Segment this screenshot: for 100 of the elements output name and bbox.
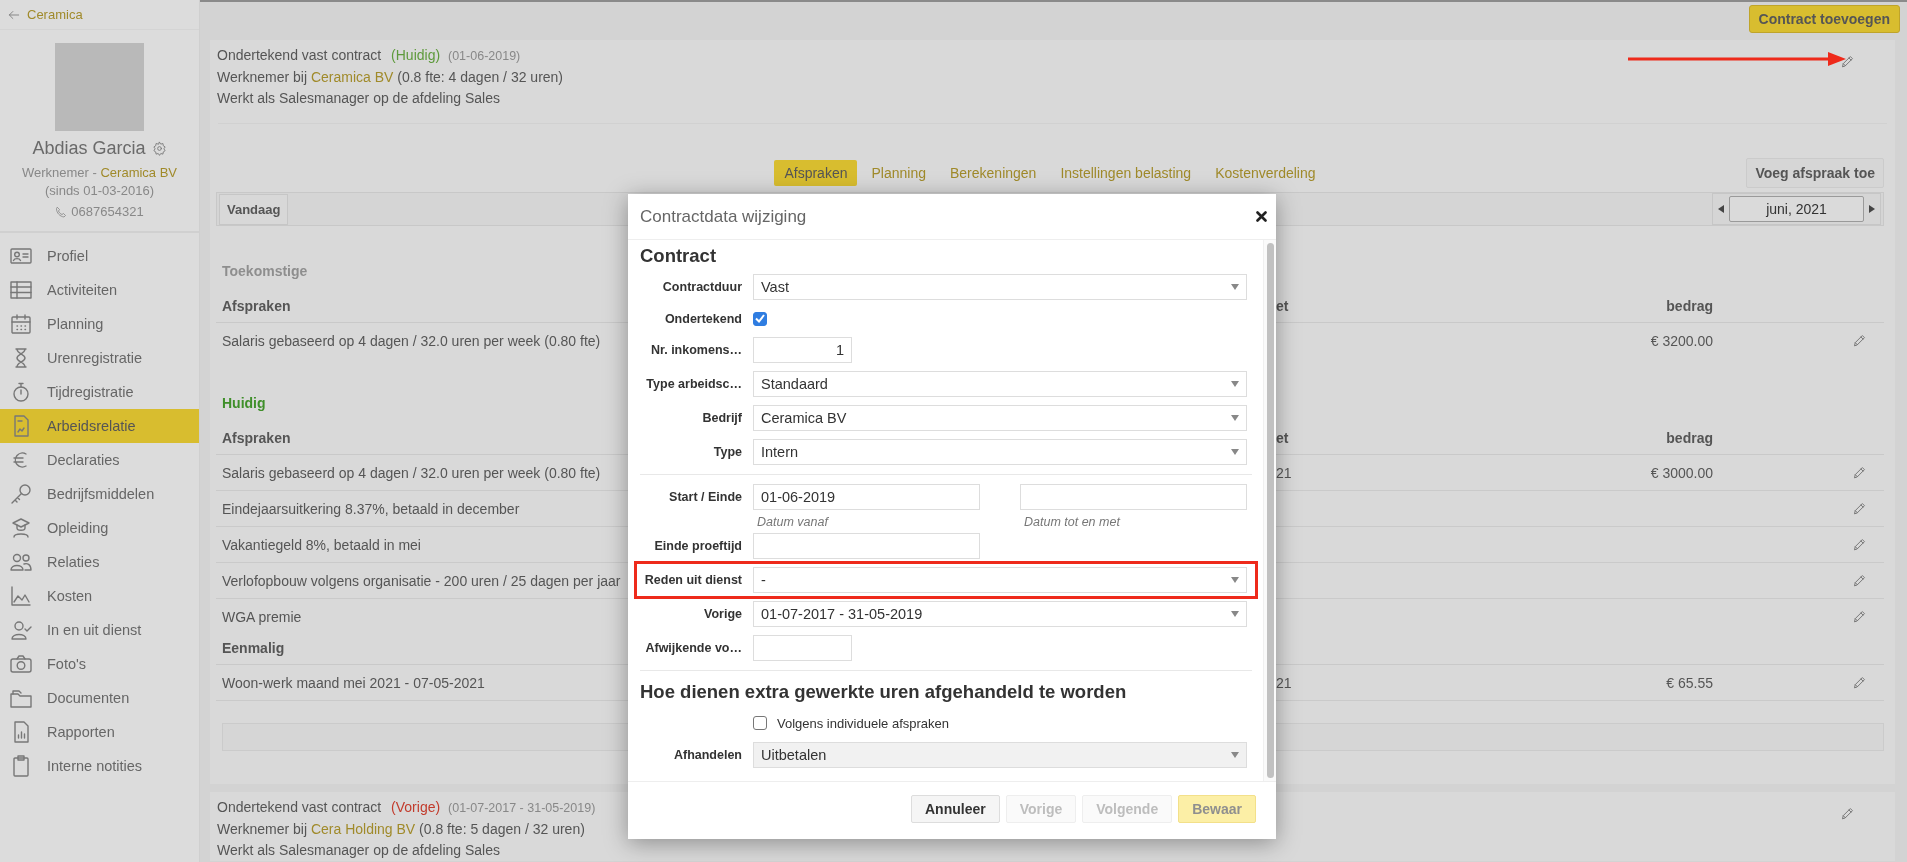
dialog-title: Contractdata wijziging [640, 206, 807, 227]
company-link[interactable]: Ceramica BV [100, 165, 178, 180]
sidebar-item[interactable]: Documenten [0, 681, 199, 715]
caret-icon [1231, 381, 1239, 387]
field-label: Type arbeidsc… [645, 377, 742, 391]
edit-button[interactable] [1851, 500, 1868, 517]
field-label: Start / Einde [668, 489, 742, 504]
field-label: Type [712, 445, 742, 459]
checkbox-label: Volgens individuele afspraken [777, 715, 949, 731]
tab[interactable]: Kostenverdeling [1205, 160, 1326, 186]
phone-icon [55, 205, 68, 218]
calendar-icon [9, 312, 33, 336]
table-cell: € 65.55 [1666, 674, 1713, 691]
table-cell: Salaris gebaseerd op 4 dagen / 32.0 uren per week (0.80 fte) [222, 332, 601, 349]
dropdown-field[interactable]: Ceramica BV [753, 405, 1247, 431]
checkbox[interactable] [753, 311, 767, 326]
edit-button[interactable] [1851, 674, 1868, 691]
column-header: bedrag [1666, 430, 1713, 446]
field-label: Bedrijf [701, 411, 742, 425]
job-description: Werkt als Salesmanager op de afdeling Sales [217, 841, 501, 860]
add-agreement-button[interactable]: Voeg afspraak toe [1746, 158, 1884, 188]
contract-date: (01-07-2017 - 31-05-2019) [448, 801, 596, 815]
employee-role: Werknemer - Ceramica BV [21, 165, 178, 180]
area-chart-icon [9, 584, 33, 608]
column-header: et [1276, 298, 1289, 314]
input-field[interactable] [753, 635, 852, 661]
employer-link[interactable]: Cera Holding BV [310, 821, 416, 837]
table-cell: Vakantiegeld 8%, betaald in mei [222, 536, 421, 553]
caret-icon [1231, 611, 1239, 617]
column-header: et [1276, 430, 1289, 446]
dropdown-field[interactable]: Intern [753, 439, 1247, 465]
edit-button[interactable] [1851, 572, 1868, 589]
sidebar-item[interactable]: Declaraties [0, 443, 199, 477]
person-check-icon [9, 618, 33, 642]
dialog-button[interactable]: Annuleer [911, 794, 1000, 823]
edit-button[interactable] [1851, 536, 1868, 553]
dropdown-field[interactable]: - [753, 567, 1247, 593]
table-cell: € 3000.00 [1650, 464, 1713, 481]
sidebar-item[interactable]: In en uit dienst [0, 613, 199, 647]
table-cell: Verlofopbouw volgens organisatie - 200 uren / 25 dagen per jaar [222, 572, 621, 589]
contract-status: (Vorige) [391, 799, 441, 815]
edit-button[interactable] [1851, 332, 1868, 349]
sidebar-item[interactable]: Interne notities [0, 749, 199, 783]
section-heading: Contract [640, 244, 718, 268]
caret-icon [1231, 577, 1239, 583]
sidebar-item[interactable]: Kosten [0, 579, 199, 613]
camera-icon [9, 652, 33, 676]
back-link[interactable]: Ceramica [0, 0, 199, 30]
close-icon[interactable] [1256, 211, 1267, 222]
sidebar-item[interactable]: Profiel [0, 239, 199, 273]
sidebar-item[interactable]: Rapporten [0, 715, 199, 749]
sidebar-item[interactable]: Opleiding [0, 511, 199, 545]
edit-pencil-icon [1851, 332, 1868, 349]
column-header: bedrag [1666, 298, 1713, 314]
sidebar-item[interactable]: Tijdregistratie [0, 375, 199, 409]
dropdown-field[interactable]: 01-07-2017 - 31-05-2019 [753, 601, 1247, 627]
caret-icon [1231, 449, 1239, 455]
sidebar-item[interactable]: Urenregistratie [0, 341, 199, 375]
edit-button[interactable] [1851, 608, 1868, 625]
section-title: Toekomstige [222, 263, 308, 279]
field-label: Reden uit dienst [643, 573, 742, 587]
input-field[interactable] [753, 533, 980, 559]
tab[interactable]: Planning [861, 160, 936, 186]
tab[interactable]: Berekeningen [940, 160, 1047, 186]
edit-button[interactable] [1851, 464, 1868, 481]
sidebar-item[interactable]: Activiteiten [0, 273, 199, 307]
dropdown-field[interactable]: Standaard [753, 371, 1247, 397]
sidebar-item[interactable]: Planning [0, 307, 199, 341]
contract-date: (01-06-2019) [448, 49, 521, 63]
input-field[interactable]: 1 [753, 337, 852, 363]
contract-title: Ondertekend vast contract [217, 47, 382, 63]
sidebar-item[interactable]: Relaties [0, 545, 199, 579]
sidebar-item[interactable]: Bedrijfsmiddelen [0, 477, 199, 511]
field-label: Nr. inkomens… [650, 343, 742, 357]
dropdown-field[interactable]: Vast [753, 274, 1247, 300]
input-field[interactable] [1020, 484, 1247, 510]
table-cell: Salaris gebaseerd op 4 dagen / 32.0 uren per week (0.80 fte) [222, 464, 601, 481]
tab[interactable]: Instellingen belasting [1050, 160, 1202, 186]
add-contract-button[interactable]: Contract toevoegen [1748, 5, 1900, 33]
employer-link[interactable]: Ceramica BV [310, 69, 394, 85]
sidebar-item[interactable]: Foto's [0, 647, 199, 681]
field-label: Afhandelen [672, 748, 742, 762]
job-description: Werkt als Salesmanager op de afdeling Sales [217, 89, 501, 108]
column-header: Afspraken [222, 298, 291, 314]
input-field[interactable]: 01-06-2019 [753, 484, 980, 510]
checkbox[interactable] [753, 716, 767, 730]
employee-since: (sinds 01-03-2016) [44, 183, 155, 198]
sidebar-item[interactable]: Arbeidsrelatie [0, 409, 199, 443]
edit-pencil-icon [1851, 464, 1868, 481]
today-button[interactable]: Vandaag [219, 193, 289, 225]
edit-pencil-icon [1851, 608, 1868, 625]
field-label: Einde proeftijd [653, 539, 742, 553]
edit-pencil-icon [1839, 53, 1856, 70]
section-heading: Hoe dienen extra gewerkte uren afgehandeld te worden [640, 680, 1128, 704]
tab[interactable]: Afspraken [774, 160, 858, 186]
edit-pencil-icon [1851, 500, 1868, 517]
employment-info: Werknemer bij Cera Holding BV (0.8 fte: 5 dagen / 32 uren) [217, 820, 586, 839]
month-field[interactable]: juni, 2021 [1729, 196, 1864, 222]
table-cell: Eindejaarsuitkering 8.37%, betaald in december [222, 500, 520, 517]
field-label: Vorige [703, 607, 742, 621]
